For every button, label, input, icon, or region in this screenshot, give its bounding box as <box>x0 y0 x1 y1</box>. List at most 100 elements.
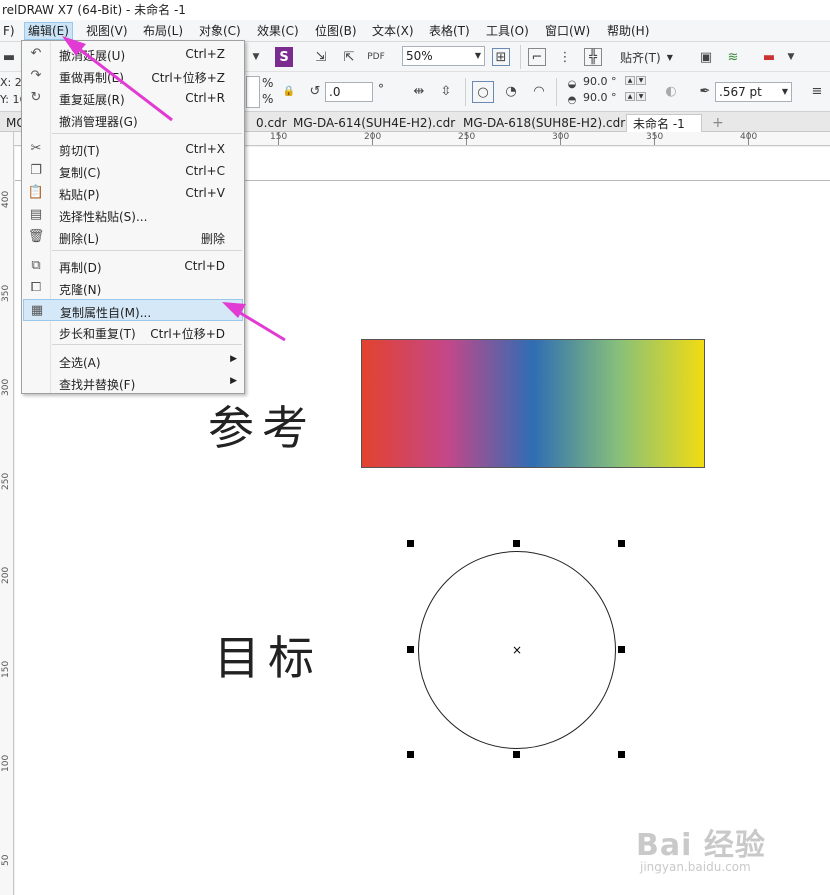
export-icon[interactable]: ⇱ <box>340 48 358 66</box>
menu-object[interactable]: 对象(C) <box>196 22 244 40</box>
new-tab-button[interactable]: + <box>706 114 730 132</box>
target-text[interactable]: 目标 <box>214 622 322 688</box>
ellipse-icon[interactable]: ○ <box>472 81 494 103</box>
direction-icon[interactable]: ◐ <box>662 82 680 100</box>
edit-menu-item-label: 重复延展(R) <box>59 93 125 107</box>
gradient-rectangle[interactable] <box>361 339 705 468</box>
menu-effects[interactable]: 效果(C) <box>254 22 302 40</box>
tab-document-4[interactable]: MG-DA-618(SUH8E-H2).cdr <box>457 114 631 132</box>
edit-menu-item[interactable]: ▤ 选择性粘贴(S)... <box>23 204 243 226</box>
pie-icon[interactable]: ◔ <box>502 82 520 100</box>
dropdown-arrow-icon[interactable]: ▼ <box>247 48 265 66</box>
lock-ratio-icon[interactable]: 🔒 <box>280 82 298 100</box>
ruler-label: 200 <box>364 132 382 142</box>
edit-menu-item[interactable]: ❐ 复制(C) Ctrl+C <box>23 160 243 182</box>
edit-menu-item[interactable]: 撤消管理器(G) <box>23 109 243 131</box>
ruler-label: 400 <box>1 190 11 208</box>
edit-menu-item[interactable]: ↻ 重复延展(R) Ctrl+R <box>23 87 243 109</box>
ruler-label: 150 <box>1 660 11 678</box>
publish-pdf-icon[interactable]: PDF <box>367 48 385 66</box>
selection-handle-right[interactable] <box>618 646 625 653</box>
rulers-icon[interactable]: ⌐ <box>528 48 546 66</box>
spin-up-icon[interactable]: ▲ <box>625 76 635 85</box>
watermark-url: jingyan.baidu.com <box>640 860 751 874</box>
selection-handle-top-right[interactable] <box>618 540 625 547</box>
start-angle-value[interactable]: 90.0 ° <box>583 75 617 88</box>
edit-menu-item-shortcut: Ctrl+Z <box>185 47 225 61</box>
end-angle-value[interactable]: 90.0 ° <box>583 91 617 104</box>
tab-untitled-1[interactable]: 未命名 -1 <box>626 114 702 132</box>
edit-menu-item[interactable]: ↷ 重做再制(E) Ctrl+位移+Z <box>23 65 243 87</box>
toolbar-separator <box>556 78 557 106</box>
outline-width-field[interactable]: .567 pt ▼ <box>715 82 792 102</box>
guidelines-icon[interactable]: ╬ <box>584 48 602 66</box>
arc-icon[interactable]: ◠ <box>530 82 548 100</box>
menu-edit[interactable]: 编辑(E) <box>24 22 73 40</box>
menu-view[interactable]: 视图(V) <box>83 22 131 40</box>
edit-menu-item[interactable]: 查找并替换(F) ▶ <box>23 372 243 394</box>
zoom-level-field[interactable]: 50% ▼ <box>402 46 485 66</box>
reference-text[interactable]: 参考 <box>208 392 316 458</box>
edit-menu-item[interactable]: 🗑 删除(L) 删除 <box>23 226 243 248</box>
rotate-icon: ↺ <box>309 83 321 99</box>
snap-to-dropdown[interactable]: 贴齐(T) ▼ <box>620 48 673 66</box>
edit-menu-item-label: 查找并替换(F) <box>59 378 136 392</box>
edit-menu-item[interactable]: 步长和重复(T) Ctrl+位移+D <box>23 321 243 343</box>
zoom-level-value: 50% <box>406 49 433 63</box>
edit-menu-item-shortcut: Ctrl+R <box>185 91 225 105</box>
edit-menu-item-shortcut: 删除 <box>200 232 225 246</box>
wrap-text-icon[interactable]: ≡ <box>808 82 826 100</box>
corel-connect-icon[interactable]: S <box>275 47 293 67</box>
open-folder-icon[interactable]: ▬ <box>0 48 18 66</box>
selection-handle-top[interactable] <box>513 540 520 547</box>
import-icon[interactable]: ⇲ <box>312 48 330 66</box>
zoom-fit-icon[interactable]: ⊞ <box>492 48 510 66</box>
copy-icon: ❐ <box>30 163 42 178</box>
tab-document-3[interactable]: MG-DA-614(SUH4E-H2).cdr <box>287 114 461 132</box>
chevron-down-icon[interactable]: ▼ <box>782 48 800 66</box>
edit-menu-item[interactable]: ⧠ 克隆(N) <box>23 277 243 299</box>
rotation-center-marker[interactable]: × <box>512 644 522 656</box>
spin-up-icon[interactable]: ▲ <box>625 92 635 101</box>
welcome-screen-icon[interactable]: ▣ <box>697 48 715 66</box>
menu-layout[interactable]: 布局(L) <box>140 22 186 40</box>
edit-menu-item[interactable]: 全选(A) ▶ <box>23 350 243 372</box>
edit-menu-item[interactable]: ↶ 撤消延展(U) Ctrl+Z <box>23 43 243 65</box>
menu-help[interactable]: 帮助(H) <box>604 22 652 40</box>
rotation-angle-field[interactable]: .0 <box>325 82 373 102</box>
ruler-label: 150 <box>270 132 288 142</box>
window-title: relDRAW X7 (64-Bit) - 未命名 -1 <box>0 0 830 20</box>
edit-menu-item[interactable]: ⧉ 再制(D) Ctrl+D <box>23 255 243 277</box>
scale-percent-bottom: % <box>262 92 274 106</box>
selection-handle-bottom-right[interactable] <box>618 751 625 758</box>
spin-down-icon[interactable]: ▼ <box>636 92 646 101</box>
ruler-label: 300 <box>1 378 11 396</box>
edit-menu-item[interactable]: ▦ 复制属性自(M)... <box>23 299 243 321</box>
selection-handle-bottom[interactable] <box>513 751 520 758</box>
grid-icon[interactable]: ⋮ <box>556 48 574 66</box>
scale-field[interactable] <box>246 76 260 108</box>
selection-handle-bottom-left[interactable] <box>407 751 414 758</box>
application-launcher-icon[interactable]: ▬ <box>760 48 778 66</box>
menu-text[interactable]: 文本(X) <box>369 22 417 40</box>
menu-file[interactable]: F) <box>0 22 18 40</box>
ruler-label: 250 <box>1 472 11 490</box>
menu-table[interactable]: 表格(T) <box>426 22 473 40</box>
spin-down-icon[interactable]: ▼ <box>636 76 646 85</box>
mirror-vertical-icon[interactable]: ⇳ <box>437 82 455 100</box>
edit-menu-item[interactable]: ✂ 剪切(T) Ctrl+X <box>23 138 243 160</box>
ruler-label: 400 <box>740 132 758 142</box>
options-icon[interactable]: ≋ <box>724 48 742 66</box>
menu-window[interactable]: 窗口(W) <box>542 22 593 40</box>
chevron-down-icon: ▼ <box>781 87 788 96</box>
mirror-horizontal-icon[interactable]: ⇹ <box>410 82 428 100</box>
menu-tools[interactable]: 工具(O) <box>483 22 532 40</box>
selection-handle-left[interactable] <box>407 646 414 653</box>
copy-properties-icon: ▦ <box>30 303 44 318</box>
edit-menu-item[interactable]: 📋 粘贴(P) Ctrl+V <box>23 182 243 204</box>
edit-menu-item-label: 步长和重复(T) <box>59 327 136 341</box>
vertical-ruler[interactable]: 400 350 300 250 200 150 100 50 <box>0 132 14 895</box>
redo-icon: ↷ <box>30 68 42 83</box>
menu-bitmap[interactable]: 位图(B) <box>312 22 360 40</box>
selection-handle-top-left[interactable] <box>407 540 414 547</box>
